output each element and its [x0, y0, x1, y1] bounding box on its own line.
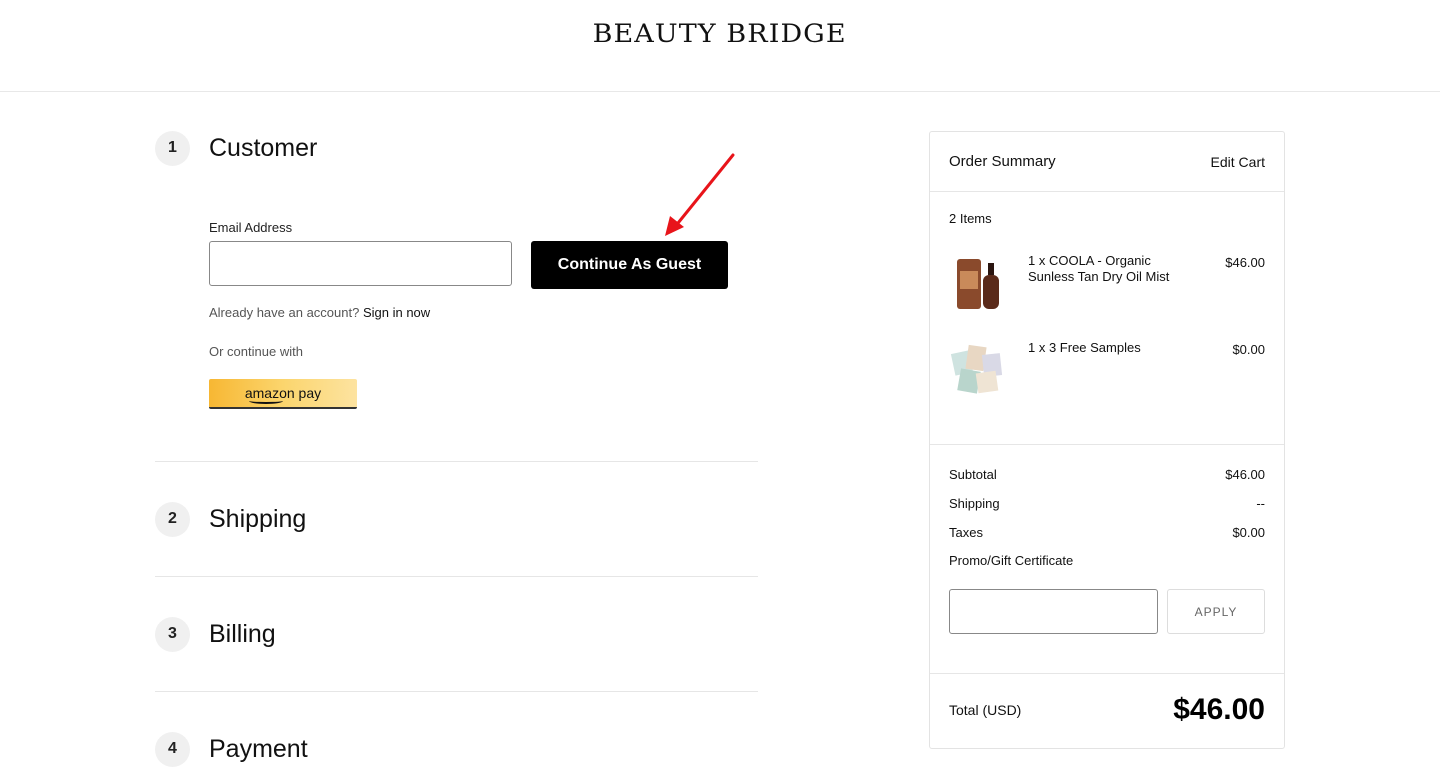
samples-product-image: [950, 344, 1003, 394]
order-summary-title: Order Summary: [949, 153, 1056, 170]
summary-divider: [930, 444, 1284, 445]
item-name: 1 x COOLA - Organic Sunless Tan Dry Oil …: [1028, 253, 1170, 284]
step-title: Customer: [209, 133, 318, 162]
total-label: Total (USD): [949, 702, 1022, 718]
promo-row: Promo/Gift Certificate: [949, 553, 1265, 568]
amazon-smile-icon: [249, 398, 283, 404]
row-label: Shipping: [949, 496, 1000, 511]
customer-form: Email Address Continue As Guest Already …: [209, 220, 758, 409]
row-value: $46.00: [1225, 467, 1265, 482]
apply-button[interactable]: APPLY: [1167, 589, 1265, 634]
site-header: BEAUTY BRIDGE: [0, 0, 1440, 92]
row-value: --: [1256, 496, 1265, 511]
account-prompt-text: Already have an account?: [209, 305, 360, 320]
summary-divider: [930, 673, 1284, 674]
items-count: 2 Items: [949, 211, 992, 226]
step-title: Payment: [209, 734, 308, 763]
step-billing-header: 3 Billing: [155, 616, 758, 652]
step-title: Shipping: [209, 504, 307, 533]
step-title: Billing: [209, 619, 276, 648]
step-shipping[interactable]: 2 Shipping: [155, 462, 758, 577]
annotation-arrow-icon: [665, 153, 735, 236]
row-label: Subtotal: [949, 467, 997, 482]
taxes-row: Taxes $0.00: [949, 525, 1265, 540]
email-row: Continue As Guest: [209, 241, 758, 289]
or-continue-text: Or continue with: [209, 344, 303, 359]
order-summary: Order Summary Edit Cart 2 Items 1 x COOL…: [929, 131, 1285, 749]
step-billing[interactable]: 3 Billing: [155, 577, 758, 692]
step-payment-header: 4 Payment: [155, 731, 758, 767]
continue-as-guest-button[interactable]: Continue As Guest: [531, 241, 728, 289]
promo-code-input[interactable]: [949, 589, 1158, 634]
amazon-pay-button[interactable]: amazon pay: [209, 379, 357, 409]
total-row: Total (USD) $46.00: [949, 692, 1265, 728]
shipping-row: Shipping --: [949, 496, 1265, 511]
item-name: 1 x 3 Free Samples: [1028, 340, 1141, 355]
bottle-product-image: [957, 259, 999, 309]
item-price: $46.00: [1225, 255, 1265, 270]
list-item: 1 x COOLA - Organic Sunless Tan Dry Oil …: [949, 253, 1265, 323]
step-number: 4: [155, 731, 190, 767]
list-item: 1 x 3 Free Samples $0.00: [949, 340, 1265, 410]
brand-logo[interactable]: BEAUTY BRIDGE: [593, 19, 847, 48]
sign-in-link[interactable]: Sign in now: [363, 305, 430, 320]
email-field[interactable]: [209, 241, 512, 286]
row-label: Taxes: [949, 525, 983, 540]
subtotal-row: Subtotal $46.00: [949, 467, 1265, 482]
step-shipping-header: 2 Shipping: [155, 501, 758, 537]
step-number: 3: [155, 616, 190, 652]
edit-cart-link[interactable]: Edit Cart: [1211, 154, 1265, 170]
step-number: 1: [155, 130, 190, 166]
item-price: $0.00: [1232, 342, 1265, 357]
signin-prompt: Already have an account? Sign in now: [209, 305, 758, 320]
promo-label: Promo/Gift Certificate: [949, 553, 1074, 568]
step-payment[interactable]: 4 Payment: [155, 692, 758, 767]
row-value: $0.00: [1232, 525, 1265, 540]
order-summary-header: Order Summary Edit Cart: [930, 132, 1284, 192]
total-value: $46.00: [1173, 693, 1265, 726]
step-number: 2: [155, 501, 190, 537]
